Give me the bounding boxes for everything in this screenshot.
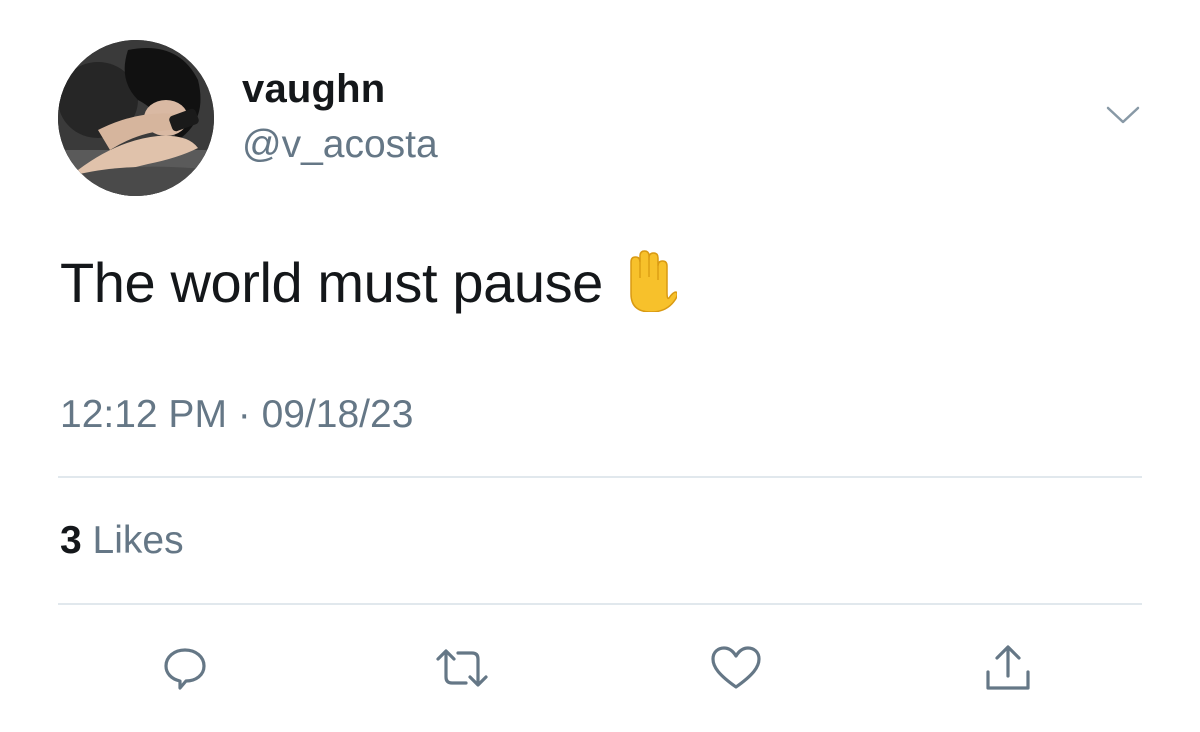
user-handle[interactable]: @v_acosta bbox=[242, 122, 438, 168]
retweet-button[interactable] bbox=[432, 638, 492, 698]
avatar[interactable] bbox=[58, 40, 214, 196]
divider bbox=[58, 476, 1142, 478]
like-button[interactable] bbox=[706, 638, 766, 698]
share-icon bbox=[986, 645, 1030, 690]
retweet-icon bbox=[436, 649, 488, 687]
raised-hand-emoji-icon bbox=[617, 250, 678, 313]
likes-stat[interactable]: 3 Likes bbox=[60, 518, 184, 564]
chevron-down-icon[interactable] bbox=[1100, 100, 1146, 130]
profile-photo-icon bbox=[58, 40, 214, 196]
tweet-text: The world must pause bbox=[60, 248, 678, 318]
divider bbox=[58, 603, 1142, 605]
likes-count: 3 bbox=[60, 519, 82, 562]
reply-icon bbox=[164, 648, 206, 690]
share-button[interactable] bbox=[978, 638, 1038, 698]
reply-button[interactable] bbox=[155, 638, 215, 698]
heart-icon bbox=[711, 646, 761, 689]
likes-label: Likes bbox=[92, 519, 184, 562]
tweet-timestamp[interactable]: 12:12 PM · 09/18/23 bbox=[60, 392, 413, 438]
tweet-body: The world must pause bbox=[60, 251, 603, 314]
display-name[interactable]: vaughn bbox=[242, 66, 385, 112]
